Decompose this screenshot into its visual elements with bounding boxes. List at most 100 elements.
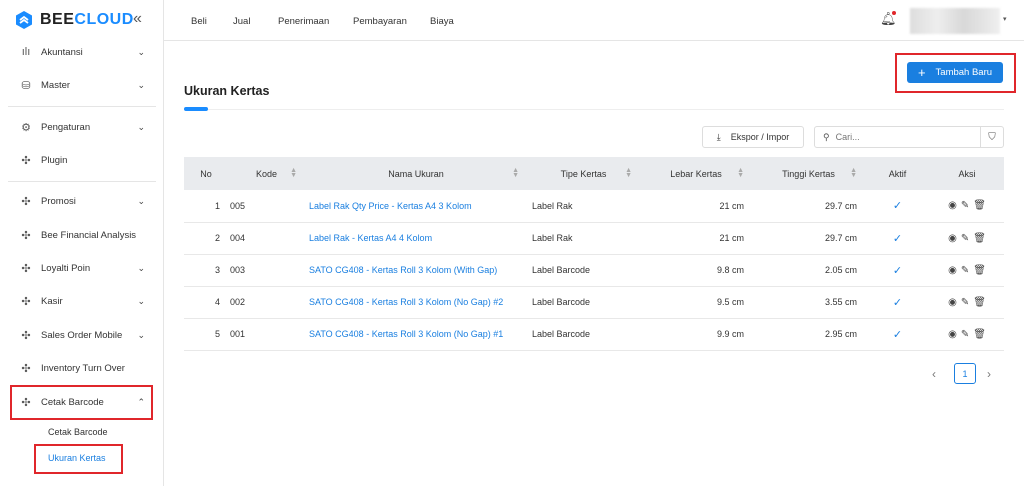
cell-kode: 003	[228, 254, 305, 287]
sidebar-item-label: Sales Order Mobile	[41, 329, 123, 341]
cell-no: 1	[184, 190, 228, 223]
sidebar-item-bee-financial-analysis[interactable]: ✣ Bee Financial Analysis	[20, 225, 145, 245]
nav-penerimaan[interactable]: Penerimaan	[278, 16, 329, 27]
sidebar-item-label: Akuntansi	[41, 46, 83, 58]
check-icon: ✓	[865, 286, 930, 319]
puzzle-icon: ✣	[21, 295, 31, 308]
cell-no: 5	[184, 318, 228, 351]
cell-nama-link[interactable]: SATO CG408 - Kertas Roll 3 Kolom (With G…	[305, 254, 527, 287]
view-icon[interactable]: ◉	[948, 200, 957, 211]
search-input[interactable]	[835, 132, 976, 142]
subitem-cetak-barcode[interactable]: Cetak Barcode	[48, 427, 108, 437]
chevron-down-icon: ⌄	[137, 329, 145, 340]
collapse-sidebar-icon[interactable]: «	[133, 10, 142, 28]
highlight-box	[10, 385, 153, 420]
sort-icon: ▲ ▼	[512, 167, 519, 179]
cell-kode: 002	[228, 286, 305, 319]
cell-nama-link[interactable]: SATO CG408 - Kertas Roll 3 Kolom (No Gap…	[305, 318, 527, 351]
col-tinggi[interactable]: Tinggi Kertas ▲ ▼	[752, 157, 865, 190]
puzzle-icon: ✣	[21, 154, 31, 167]
delete-icon[interactable]: 🗑︎	[973, 200, 986, 211]
download-icon: ⤓	[716, 131, 721, 142]
chevron-down-icon: ⌄	[137, 121, 145, 132]
check-icon: ✓	[865, 318, 930, 351]
col-lebar[interactable]: Lebar Kertas ▲ ▼	[640, 157, 752, 190]
logo[interactable]: BEECLOUD	[14, 10, 134, 30]
view-icon[interactable]: ◉	[948, 233, 957, 244]
sidebar: BEECLOUD « ılı Akuntansi ⌄ ⛁ Master ⌄ ⚙ Pengatu…	[0, 0, 164, 486]
sidebar-item-plugin[interactable]: ✣ Plugin	[20, 150, 145, 170]
sidebar-item-label: Inventory Turn Over	[41, 362, 125, 374]
nav-biaya[interactable]: Biaya	[430, 16, 454, 27]
search-icon: ⚲	[823, 131, 830, 142]
sidebar-item-label: Promosi	[41, 195, 76, 207]
cell-aksi: ◉ ✎ 🗑︎	[930, 190, 1004, 223]
logo-text: BEECLOUD	[40, 11, 134, 28]
sidebar-item-promosi[interactable]: ✣ Promosi ⌄	[20, 191, 145, 211]
sidebar-item-pengaturan[interactable]: ⚙ Pengaturan ⌄	[20, 117, 145, 137]
col-aktif: Aktif	[865, 157, 930, 190]
col-kode[interactable]: Kode ▲ ▼	[228, 157, 305, 190]
puzzle-icon: ✣	[21, 329, 31, 342]
puzzle-icon: ✣	[21, 195, 31, 208]
edit-icon[interactable]: ✎	[961, 297, 969, 308]
sidebar-item-sales-order-mobile[interactable]: ✣ Sales Order Mobile ⌄	[20, 325, 145, 345]
filter-icon[interactable]: ⛉	[980, 127, 1003, 147]
sidebar-item-inventory-turn-over[interactable]: ✣ Inventory Turn Over	[20, 358, 145, 378]
caret-down-icon[interactable]: ▾	[1003, 15, 1007, 23]
delete-icon[interactable]: 🗑︎	[973, 233, 986, 244]
nav-pembayaran[interactable]: Pembayaran	[353, 16, 407, 27]
sidebar-item-loyalti-poin[interactable]: ✣ Loyalti Poin ⌄	[20, 258, 145, 278]
edit-icon[interactable]: ✎	[961, 329, 969, 340]
col-tipe[interactable]: Tipe Kertas ▲ ▼	[527, 157, 640, 190]
user-menu[interactable]	[910, 8, 1000, 34]
delete-icon[interactable]: 🗑︎	[973, 265, 986, 276]
prev-page-icon[interactable]: ‹	[932, 367, 936, 381]
page-1-button[interactable]: 1	[954, 363, 976, 384]
database-icon: ⛁	[21, 79, 31, 92]
delete-icon[interactable]: 🗑︎	[973, 329, 986, 340]
export-import-button[interactable]: ⤓ Ekspor / Impor	[702, 126, 804, 148]
view-icon[interactable]: ◉	[948, 297, 957, 308]
view-icon[interactable]: ◉	[948, 265, 957, 276]
cell-aksi: ◉ ✎ 🗑︎	[930, 222, 1004, 255]
sidebar-item-akuntansi[interactable]: ılı Akuntansi ⌄	[20, 42, 145, 62]
edit-icon[interactable]: ✎	[961, 200, 969, 211]
highlight-box	[34, 444, 123, 474]
cell-nama-link[interactable]: Label Rak - Kertas A4 4 Kolom	[305, 222, 527, 255]
cell-tinggi: 29.7 cm	[752, 222, 865, 255]
nav-beli[interactable]: Beli	[191, 16, 207, 27]
cell-nama-link[interactable]: SATO CG408 - Kertas Roll 3 Kolom (No Gap…	[305, 286, 527, 319]
table-row: 1 005 Label Rak Qty Price - Kertas A4 3 …	[184, 190, 1004, 223]
chevron-down-icon: ⌄	[137, 262, 145, 273]
cell-lebar: 21 cm	[640, 190, 752, 223]
search-box: ⚲ ⛉	[814, 126, 1004, 148]
col-nama[interactable]: Nama Ukuran ▲ ▼	[305, 157, 527, 190]
nav-jual[interactable]: Jual	[233, 16, 250, 27]
table-row: 3 003 SATO CG408 - Kertas Roll 3 Kolom (…	[184, 254, 1004, 287]
puzzle-icon: ✣	[21, 362, 31, 375]
view-icon[interactable]: ◉	[948, 329, 957, 340]
sidebar-item-label: Bee Financial Analysis	[41, 229, 137, 241]
cell-nama-link[interactable]: Label Rak Qty Price - Kertas A4 3 Kolom	[305, 190, 527, 223]
cell-kode: 004	[228, 222, 305, 255]
delete-icon[interactable]: 🗑︎	[973, 297, 986, 308]
cell-kode: 005	[228, 190, 305, 223]
sort-icon: ▲ ▼	[290, 167, 297, 179]
cell-tinggi: 2.95 cm	[752, 318, 865, 351]
cell-tinggi: 2.05 cm	[752, 254, 865, 287]
sidebar-item-master[interactable]: ⛁ Master ⌄	[20, 75, 145, 95]
beecloud-logo-icon	[16, 11, 32, 29]
cell-lebar: 21 cm	[640, 222, 752, 255]
chevron-down-icon: ⌄	[137, 46, 145, 57]
chevron-down-icon: ⌄	[137, 295, 145, 306]
next-page-icon[interactable]: ›	[987, 367, 991, 381]
table-row: 2 004 Label Rak - Kertas A4 4 Kolom Labe…	[184, 222, 1004, 255]
edit-icon[interactable]: ✎	[961, 233, 969, 244]
cell-no: 3	[184, 254, 228, 287]
edit-icon[interactable]: ✎	[961, 265, 969, 276]
divider	[8, 181, 156, 182]
cell-no: 2	[184, 222, 228, 255]
sidebar-item-kasir[interactable]: ✣ Kasir ⌄	[20, 291, 145, 311]
cell-tinggi: 3.55 cm	[752, 286, 865, 319]
